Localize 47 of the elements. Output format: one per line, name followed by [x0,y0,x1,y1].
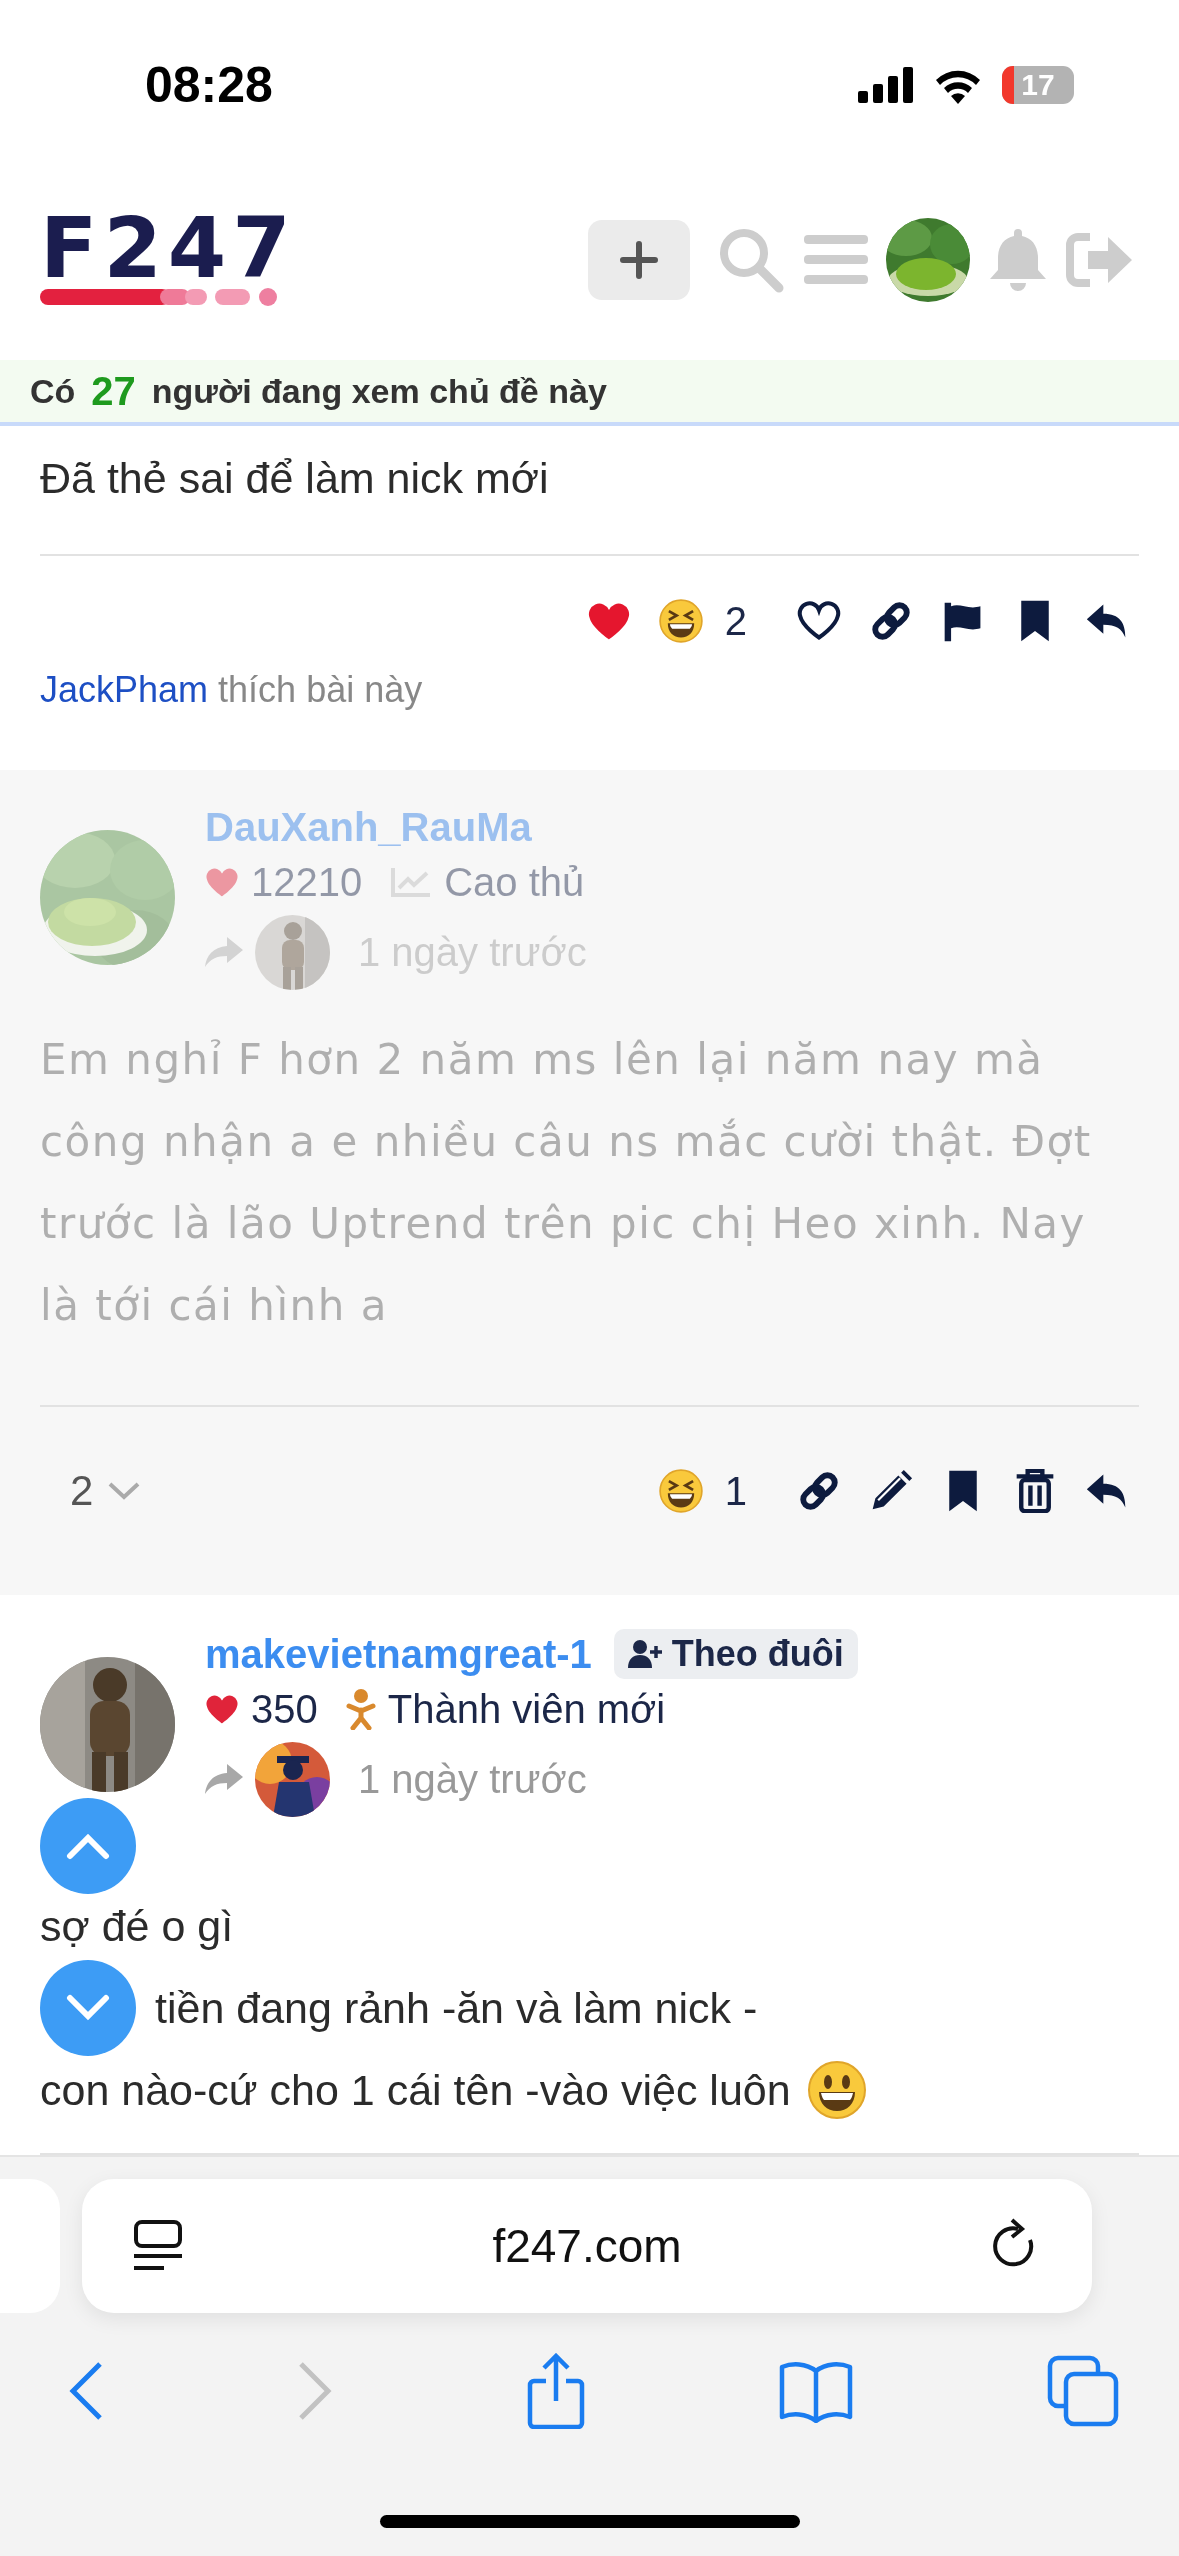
baby-icon [345,1688,376,1730]
logo-wordmark[interactable]: F247 [40,211,297,285]
post-text: Em nghỉ F hơn 2 năm ms lên lại năm nay mà công nhận a e nhiều câu ns mắc cười thật. Đợt trước là lão Uptrend trên pic chị Heo xinh. Nay là tới cái hình a [40,1034,1093,1332]
rank-label: Thành viên mới [387,1686,666,1732]
like-count: 350 [251,1686,318,1732]
post-text: tiền đang rảnh -ăn và làm nick - [155,1983,758,2034]
chevron-down-icon [66,1994,110,2022]
status-time: 08:28 [145,56,273,114]
viewer-count: 27 [91,368,136,414]
like-count: 12210 [251,859,363,905]
logo-stripe-icon [40,287,280,309]
link-icon[interactable] [797,1469,841,1513]
bookmarks-icon[interactable] [778,2359,855,2423]
person-add-icon [627,1640,662,1668]
post-text: sợ đé o gì [40,1901,234,1952]
replies-toggle[interactable]: 2 [40,1467,142,1515]
banner-text: người đang xem chủ đề này [151,371,607,411]
address-bar[interactable]: f247.com [82,2179,1092,2313]
grinning-face-icon [806,2060,867,2120]
share-arrow-icon [205,937,243,967]
share-arrow-icon [205,1764,243,1794]
liked-by-text: JackPham thích bài này [40,669,423,710]
url-text: f247.com [492,2219,682,2273]
banner-text: Có [30,371,76,411]
follow-button[interactable]: Theo đuôi [613,1629,858,1679]
chevron-down-icon [107,1480,142,1502]
new-post-button[interactable] [588,220,690,300]
plus-icon [619,240,659,280]
heart-icon [205,1693,239,1725]
battery-indicator: 17 [1002,66,1074,104]
share-icon[interactable] [525,2353,586,2429]
link-icon[interactable] [869,599,913,643]
signal-icon [858,67,914,103]
chevron-up-icon [66,1832,110,1860]
post-text: con nào-cứ cho 1 cái tên -vào việc luôn [40,2065,791,2116]
reaction-count: 2 [724,598,747,644]
laughing-face-icon[interactable] [658,599,703,643]
back-icon[interactable] [68,2361,104,2421]
post-time: 1 ngày trước [358,1756,587,1802]
chart-icon [390,866,433,898]
laughing-face-icon[interactable] [658,1469,703,1513]
rank-label: Cao thủ [444,859,585,905]
post-text: Đã thẻ sai để làm nick mới [40,453,549,504]
reaction-count: 1 [724,1468,747,1514]
heart-icon [205,866,239,898]
tabs-icon[interactable] [1047,2355,1119,2427]
heart-outline-icon[interactable] [797,599,841,643]
